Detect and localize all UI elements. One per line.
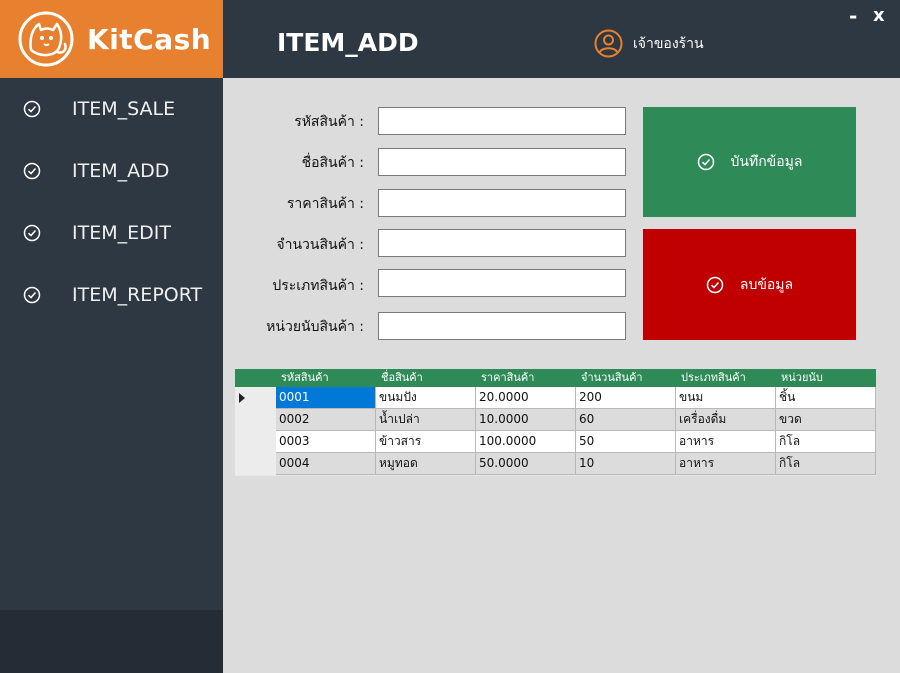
sidebar-item-item-add[interactable]: ITEM_ADD: [0, 151, 223, 191]
table-row[interactable]: 0003 ข้าวสาร 100.0000 50 อาหาร กิโล: [235, 431, 876, 453]
check-circle-icon: [23, 162, 41, 180]
table-cell[interactable]: 0001: [276, 387, 376, 409]
product-type-input[interactable]: [378, 269, 626, 297]
check-circle-icon: [697, 153, 714, 171]
page-title: ITEM_ADD: [277, 28, 419, 57]
row-header[interactable]: [235, 453, 276, 475]
product-price-label: ราคาสินค้า :: [286, 196, 364, 212]
sidebar-item-item-report[interactable]: ITEM_REPORT: [0, 275, 223, 315]
product-quantity-input[interactable]: [378, 229, 626, 257]
product-code-label: รหัสสินค้า :: [294, 114, 364, 130]
column-header[interactable]: ประเภทสินค้า: [676, 369, 776, 387]
table-cell[interactable]: ขวด: [776, 409, 876, 431]
save-button-label: บันทึกข้อมูล: [730, 154, 803, 170]
check-circle-icon: [23, 100, 41, 118]
brand-name: KitCash: [87, 22, 212, 56]
minimize-button[interactable]: -: [849, 4, 857, 28]
row-header[interactable]: [235, 409, 276, 431]
column-header[interactable]: จำนวนสินค้า: [576, 369, 676, 387]
table-row[interactable]: 0004 หมูทอด 50.0000 10 อาหาร กิโล: [235, 453, 876, 475]
product-quantity-label: จำนวนสินค้า :: [276, 237, 364, 253]
sidebar-item-label: ITEM_SALE: [72, 98, 176, 120]
sidebar-item-label: ITEM_ADD: [72, 160, 170, 182]
cat-logo-icon: [18, 11, 74, 67]
table-cell[interactable]: กิโล: [776, 431, 876, 453]
column-header[interactable]: รหัสสินค้า: [276, 369, 376, 387]
table-cell[interactable]: เครื่องดื่ม: [676, 409, 776, 431]
close-button[interactable]: x: [873, 5, 885, 26]
table-cell[interactable]: 60: [576, 409, 676, 431]
user-icon: [594, 29, 623, 58]
table-cell[interactable]: หมูทอด: [376, 453, 476, 475]
current-row-arrow-icon: [239, 393, 245, 403]
user-role-label: เจ้าของร้าน: [633, 35, 704, 52]
sidebar-item-label: ITEM_EDIT: [72, 222, 171, 244]
table-row[interactable]: 0001 ขนมปัง 20.0000 200 ขนม ชิ้น: [235, 387, 876, 409]
sidebar-item-label: ITEM_REPORT: [72, 284, 203, 306]
table-cell[interactable]: 0003: [276, 431, 376, 453]
product-price-input[interactable]: [378, 189, 626, 217]
product-grid[interactable]: รหัสสินค้า ชื่อสินค้า ราคาสินค้า จำนวนสิ…: [235, 369, 876, 476]
sidebar-item-item-edit[interactable]: ITEM_EDIT: [0, 213, 223, 253]
column-header[interactable]: หน่วยนับ: [776, 369, 876, 387]
table-cell[interactable]: 10: [576, 453, 676, 475]
row-header[interactable]: [235, 387, 276, 409]
table-cell[interactable]: ขนมปัง: [376, 387, 476, 409]
brand-bar: KitCash: [0, 0, 223, 78]
product-name-input[interactable]: [378, 148, 626, 176]
product-unit-input[interactable]: [378, 312, 626, 340]
column-header[interactable]: ราคาสินค้า: [476, 369, 576, 387]
check-circle-icon: [23, 286, 41, 304]
table-cell[interactable]: 50.0000: [476, 453, 576, 475]
table-cell[interactable]: 200: [576, 387, 676, 409]
product-unit-label: หน่วยนับสินค้า :: [266, 319, 364, 335]
product-type-label: ประเภทสินค้า :: [272, 278, 364, 294]
table-cell[interactable]: 0002: [276, 409, 376, 431]
grid-header: รหัสสินค้า ชื่อสินค้า ราคาสินค้า จำนวนสิ…: [235, 369, 876, 387]
table-cell[interactable]: อาหาร: [676, 453, 776, 475]
table-cell[interactable]: ขนม: [676, 387, 776, 409]
check-circle-icon: [706, 276, 724, 293]
column-header[interactable]: ชื่อสินค้า: [376, 369, 476, 387]
table-cell[interactable]: อาหาร: [676, 431, 776, 453]
table-cell[interactable]: 0004: [276, 453, 376, 475]
product-code-input[interactable]: [378, 107, 626, 135]
table-cell[interactable]: ข้าวสาร: [376, 431, 476, 453]
table-row[interactable]: 0002 น้ำเปล่า 10.0000 60 เครื่องดื่ม ขวด: [235, 409, 876, 431]
product-name-label: ชื่อสินค้า :: [301, 155, 364, 171]
user-account[interactable]: เจ้าของร้าน: [594, 29, 704, 58]
table-cell[interactable]: 100.0000: [476, 431, 576, 453]
delete-button-label: ลบข้อมูล: [739, 276, 794, 293]
table-cell[interactable]: 50: [576, 431, 676, 453]
header: ITEM_ADD เจ้าของร้าน: [223, 0, 900, 78]
table-cell[interactable]: น้ำเปล่า: [376, 409, 476, 431]
row-header[interactable]: [235, 431, 276, 453]
table-cell[interactable]: 10.0000: [476, 409, 576, 431]
table-cell[interactable]: กิโล: [776, 453, 876, 475]
sidebar-footer: [0, 610, 223, 673]
save-button[interactable]: บันทึกข้อมูล: [643, 107, 856, 217]
table-cell[interactable]: 20.0000: [476, 387, 576, 409]
table-cell[interactable]: ชิ้น: [776, 387, 876, 409]
sidebar-item-item-sale[interactable]: ITEM_SALE: [0, 89, 223, 129]
delete-button[interactable]: ลบข้อมูล: [643, 229, 856, 340]
check-circle-icon: [23, 224, 41, 242]
